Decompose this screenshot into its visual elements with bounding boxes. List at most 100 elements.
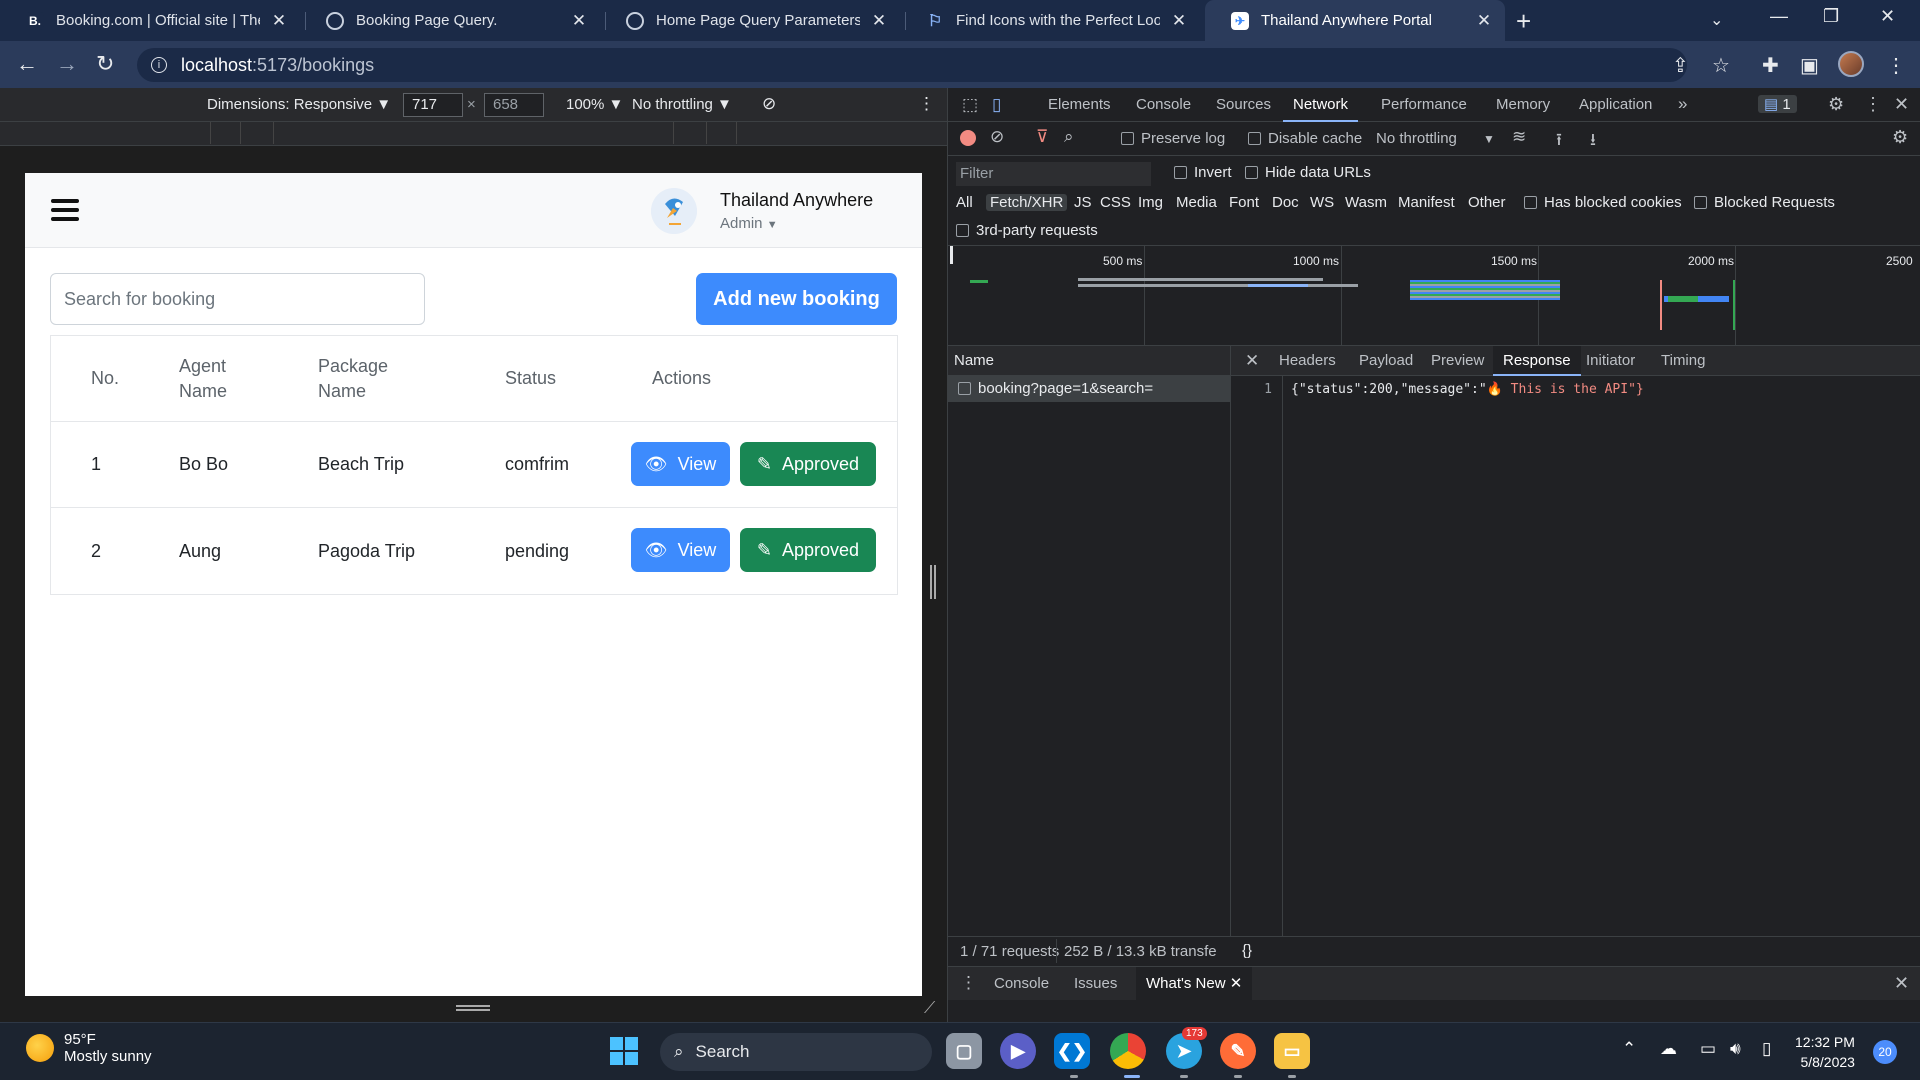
preserve-log-checkbox[interactable]: Preserve log bbox=[1121, 130, 1225, 147]
user-role-dropdown[interactable]: Admin ▼ bbox=[720, 215, 873, 232]
type-filter-img[interactable]: Img bbox=[1138, 194, 1163, 211]
drawer-menu-icon[interactable]: ⋮ bbox=[960, 973, 977, 993]
weather-widget[interactable]: 95°F Mostly sunny bbox=[26, 1031, 152, 1065]
approved-button[interactable]: ✎ Approved bbox=[740, 442, 876, 486]
teams-chat-icon[interactable]: ▶ bbox=[1000, 1033, 1036, 1069]
bookmark-star-icon[interactable]: ☆ bbox=[1712, 53, 1730, 78]
close-tab-icon[interactable]: ✕ bbox=[870, 11, 888, 31]
brand-block[interactable]: Thailand Anywhere Admin ▼ bbox=[720, 190, 873, 232]
reload-icon[interactable]: ↻ bbox=[96, 51, 114, 77]
record-icon[interactable] bbox=[960, 130, 976, 146]
tab-headers[interactable]: Headers bbox=[1269, 346, 1346, 376]
zoom-dropdown[interactable]: 100% ▼ bbox=[566, 96, 623, 113]
name-column-header[interactable]: Name bbox=[948, 346, 1230, 376]
network-conditions-icon[interactable]: ≋ bbox=[1512, 127, 1526, 147]
view-button[interactable]: 👁 View bbox=[631, 528, 730, 572]
rotate-icon[interactable]: ⊘ bbox=[762, 94, 776, 114]
settings-gear-icon[interactable]: ⚙ bbox=[1828, 94, 1844, 115]
drawer-tab-issues[interactable]: Issues bbox=[1064, 967, 1127, 1001]
response-body[interactable]: {"status":200,"message":"🔥 This is the A… bbox=[1291, 382, 1644, 397]
add-booking-button[interactable]: Add new booking bbox=[696, 273, 897, 325]
file-explorer-icon[interactable]: ▭ bbox=[1274, 1033, 1310, 1069]
close-tab-icon[interactable]: ✕ bbox=[1170, 11, 1188, 31]
type-filter-media[interactable]: Media bbox=[1176, 194, 1217, 211]
type-filter-ws[interactable]: WS bbox=[1310, 194, 1334, 211]
address-bar[interactable]: i localhost:5173/bookings bbox=[137, 48, 1687, 82]
share-icon[interactable]: ⇪ bbox=[1672, 53, 1689, 78]
close-drawer-tab-icon[interactable]: ✕ bbox=[1230, 975, 1243, 992]
export-har-icon[interactable]: ⭳ bbox=[1590, 127, 1596, 156]
type-filter-css[interactable]: CSS bbox=[1100, 194, 1131, 211]
device-more-icon[interactable]: ⋮ bbox=[918, 94, 935, 114]
browser-tab-thailand-anywhere[interactable]: ✈ Thailand Anywhere Portal ✕ bbox=[1205, 0, 1505, 41]
more-tabs-icon[interactable]: » bbox=[1678, 94, 1687, 114]
network-settings-icon[interactable]: ⚙ bbox=[1892, 127, 1908, 148]
tab-timing[interactable]: Timing bbox=[1651, 346, 1715, 376]
viewport-resize-bottom[interactable] bbox=[456, 1005, 490, 1011]
viewport-width-input[interactable]: 717 bbox=[403, 93, 463, 117]
tab-initiator[interactable]: Initiator bbox=[1576, 346, 1645, 376]
view-button[interactable]: 👁 View bbox=[631, 442, 730, 486]
hide-data-urls-checkbox[interactable]: Hide data URLs bbox=[1245, 164, 1371, 181]
tab-response[interactable]: Response bbox=[1493, 346, 1581, 376]
filter-input[interactable]: Filter bbox=[956, 162, 1151, 186]
import-har-icon[interactable]: ⭱ bbox=[1556, 127, 1562, 156]
close-drawer-icon[interactable]: ✕ bbox=[1894, 973, 1909, 994]
type-filter-fetch-xhr[interactable]: Fetch/XHR bbox=[986, 194, 1068, 211]
issues-badge[interactable]: ▤ 1 bbox=[1758, 95, 1797, 113]
blocked-requests-checkbox[interactable]: Blocked Requests bbox=[1694, 194, 1835, 211]
tab-elements[interactable]: Elements bbox=[1038, 88, 1121, 122]
network-throttling-dropdown[interactable]: No throttling ▼ bbox=[1376, 130, 1495, 147]
restore-icon[interactable]: ❐ bbox=[1823, 6, 1839, 27]
close-tab-icon[interactable]: ✕ bbox=[1475, 11, 1493, 31]
onedrive-cloud-icon[interactable]: ☁ bbox=[1660, 1039, 1677, 1059]
device-toggle-icon[interactable]: ▯ bbox=[992, 95, 1001, 115]
disable-cache-checkbox[interactable]: Disable cache bbox=[1248, 130, 1362, 147]
back-icon[interactable]: ← bbox=[16, 51, 38, 77]
type-filter-font[interactable]: Font bbox=[1229, 194, 1259, 211]
has-blocked-cookies-checkbox[interactable]: Has blocked cookies bbox=[1524, 194, 1682, 211]
tab-application[interactable]: Application bbox=[1569, 88, 1662, 122]
filter-icon[interactable]: ⊽ bbox=[1036, 127, 1048, 147]
tab-payload[interactable]: Payload bbox=[1349, 346, 1423, 376]
chrome-icon[interactable] bbox=[1110, 1033, 1146, 1069]
tab-search-icon[interactable]: ⌄ bbox=[1710, 10, 1723, 30]
show-hidden-icons[interactable]: ⌃ bbox=[1622, 1039, 1636, 1059]
dimensions-dropdown[interactable]: Dimensions: Responsive ▼ bbox=[207, 96, 391, 113]
notification-badge[interactable]: 20 bbox=[1873, 1040, 1897, 1064]
close-detail-icon[interactable]: ✕ bbox=[1235, 346, 1269, 376]
close-devtools-icon[interactable]: ✕ bbox=[1894, 94, 1909, 115]
throttling-dropdown[interactable]: No throttling ▼ bbox=[632, 96, 732, 113]
request-row[interactable]: booking?page=1&search= bbox=[948, 376, 1230, 402]
tab-console[interactable]: Console bbox=[1126, 88, 1201, 122]
drawer-tab-whats-new[interactable]: What's New ✕ bbox=[1136, 967, 1253, 1001]
type-filter-doc[interactable]: Doc bbox=[1272, 194, 1299, 211]
tab-network[interactable]: Network bbox=[1283, 88, 1359, 122]
clear-icon[interactable]: ⊘ bbox=[990, 127, 1004, 147]
type-filter-manifest[interactable]: Manifest bbox=[1398, 194, 1455, 211]
booking-search-input[interactable] bbox=[50, 273, 425, 325]
vscode-icon[interactable]: ❮❯ bbox=[1054, 1033, 1090, 1069]
minimize-icon[interactable]: — bbox=[1770, 6, 1788, 27]
network-icon[interactable]: ▭ bbox=[1700, 1039, 1716, 1059]
third-party-checkbox[interactable]: 3rd-party requests bbox=[956, 222, 1098, 239]
tab-performance[interactable]: Performance bbox=[1371, 88, 1477, 122]
close-tab-icon[interactable]: ✕ bbox=[270, 11, 288, 31]
search-icon[interactable]: ⌕ bbox=[1064, 127, 1074, 147]
type-filter-all[interactable]: All bbox=[956, 194, 973, 211]
site-info-icon[interactable]: i bbox=[151, 57, 167, 73]
type-filter-wasm[interactable]: Wasm bbox=[1345, 194, 1387, 211]
taskbar-search[interactable]: ⌕ Search bbox=[660, 1033, 932, 1071]
type-filter-js[interactable]: JS bbox=[1074, 194, 1092, 211]
profile-avatar[interactable] bbox=[1838, 51, 1864, 77]
forward-icon[interactable]: → bbox=[56, 51, 78, 77]
postman-icon[interactable]: ✎ bbox=[1220, 1033, 1256, 1069]
viewport-resize-right[interactable] bbox=[930, 565, 936, 599]
inspect-element-icon[interactable]: ⬚ bbox=[962, 95, 978, 115]
new-tab-icon[interactable]: + bbox=[1516, 6, 1531, 37]
type-filter-other[interactable]: Other bbox=[1468, 194, 1506, 211]
browser-tab-booking[interactable]: B. Booking.com | Official site | The b ✕ bbox=[0, 0, 300, 41]
drawer-tab-console[interactable]: Console bbox=[984, 967, 1059, 1001]
approved-button[interactable]: ✎ Approved bbox=[740, 528, 876, 572]
tab-sources[interactable]: Sources bbox=[1206, 88, 1281, 122]
